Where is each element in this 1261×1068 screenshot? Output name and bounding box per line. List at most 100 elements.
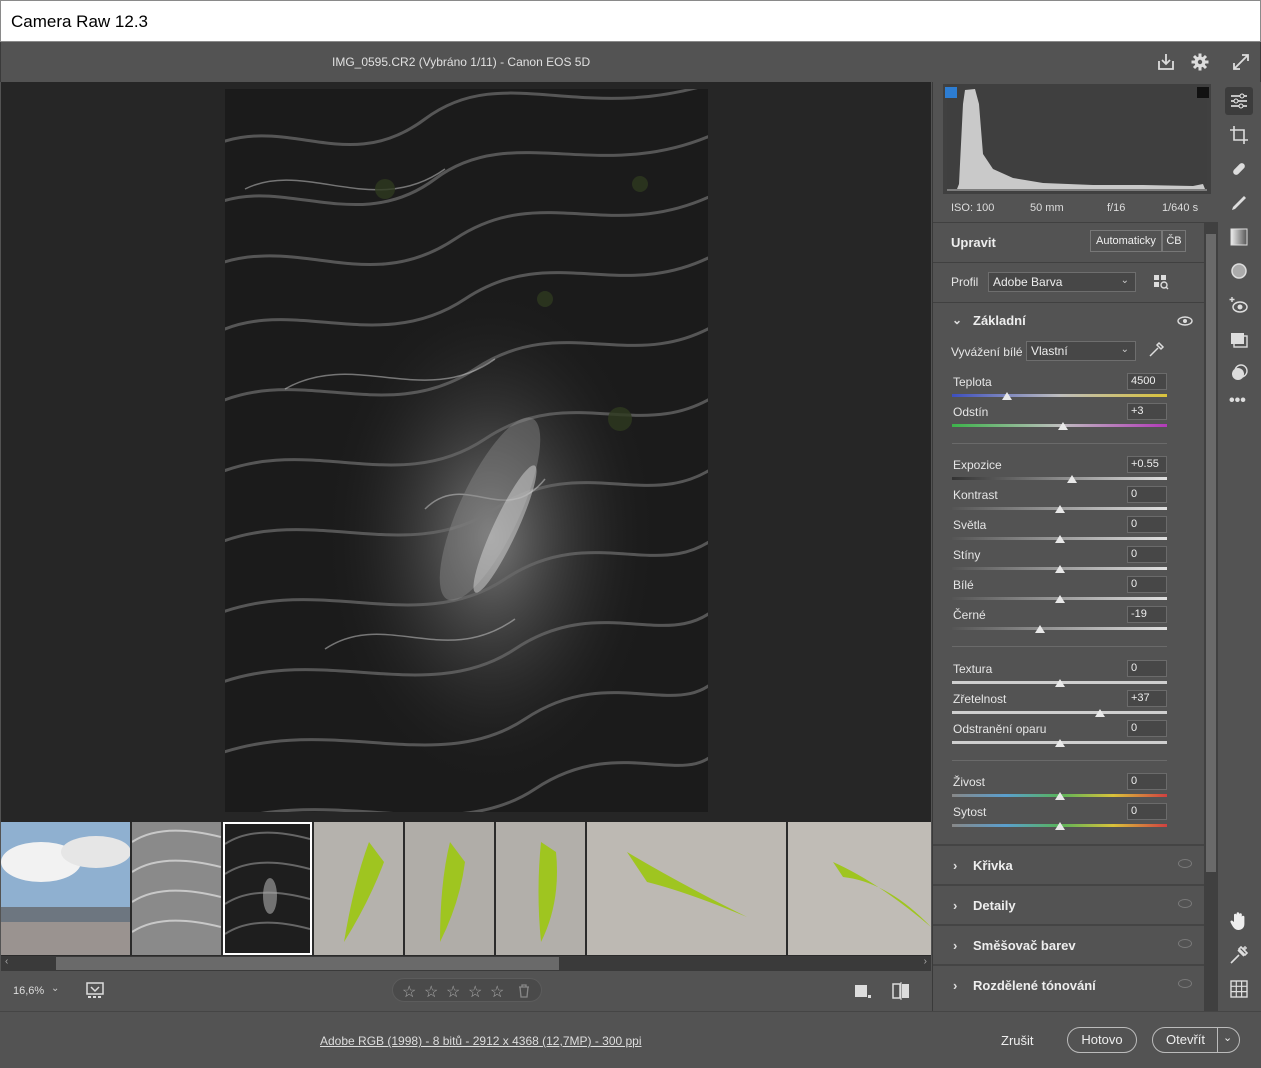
scrollbar-thumb[interactable] [1206, 234, 1216, 872]
clarity-value[interactable]: +37 [1127, 690, 1167, 707]
preview-mode-icon[interactable] [854, 983, 872, 999]
hand-icon[interactable] [1228, 910, 1250, 932]
saturation-value[interactable]: 0 [1127, 803, 1167, 820]
presets-icon[interactable] [1228, 362, 1250, 384]
brush-icon[interactable] [1228, 192, 1250, 214]
workflow-options-link[interactable]: Adobe RGB (1998) - 8 bitů - 2912 x 4368 … [320, 1034, 642, 1048]
thumbnail[interactable] [1, 822, 130, 955]
eye-icon[interactable] [1178, 859, 1192, 868]
slider-handle[interactable] [1055, 505, 1065, 513]
filmstrip-scrollbar[interactable]: ‹ › [1, 956, 931, 971]
slider-handle[interactable] [1095, 709, 1105, 717]
texture-value[interactable]: 0 [1127, 660, 1167, 677]
eye-icon[interactable] [1178, 939, 1192, 948]
cancel-button[interactable]: Zrušit [1001, 1033, 1034, 1048]
thumbnail-selected[interactable] [223, 822, 312, 955]
slider-handle[interactable] [1055, 792, 1065, 800]
section-detail[interactable]: › Detaily [933, 884, 1205, 924]
scrollbar-thumb[interactable] [56, 957, 559, 970]
tint-value[interactable]: +3 [1127, 403, 1167, 420]
divider [952, 443, 1167, 444]
contrast-value[interactable]: 0 [1127, 486, 1167, 503]
slider-handle[interactable] [1055, 739, 1065, 747]
done-button[interactable]: Hotovo [1067, 1027, 1137, 1053]
slider-handle[interactable] [1055, 595, 1065, 603]
star-icon[interactable]: ☆ [424, 982, 438, 1002]
edit-title: Upravit [951, 235, 996, 250]
zoom-level[interactable]: 16,6% [13, 985, 44, 997]
slider-handle[interactable] [1055, 679, 1065, 687]
chevron-down-icon[interactable]: ⌄ [1223, 1026, 1232, 1050]
color-sampler-icon[interactable] [1228, 944, 1250, 966]
section-split-toning[interactable]: › Rozdělené tónování [933, 964, 1205, 1004]
shadows-value[interactable]: 0 [1127, 546, 1167, 563]
shadow-clipping-icon[interactable] [945, 87, 957, 98]
slider-handle[interactable] [1035, 625, 1045, 633]
scroll-right-icon[interactable]: › [924, 956, 927, 967]
healing-icon[interactable] [1228, 158, 1250, 180]
whites-value[interactable]: 0 [1127, 576, 1167, 593]
gradient-icon[interactable] [1228, 226, 1250, 248]
slider-label-tint: Odstín [953, 405, 989, 419]
eye-icon[interactable] [1178, 899, 1192, 908]
exposure-slider[interactable] [952, 477, 1167, 480]
star-icon[interactable]: ☆ [446, 982, 460, 1002]
chevron-down-icon[interactable]: ⌄ [51, 983, 59, 994]
open-button[interactable]: Otevřít ⌄ [1152, 1027, 1240, 1053]
highlights-value[interactable]: 0 [1127, 516, 1167, 533]
preview-image[interactable] [225, 89, 708, 812]
exposure-value[interactable]: +0.55 [1127, 456, 1167, 473]
temperature-value[interactable]: 4500 [1127, 373, 1167, 390]
panel-scrollbar[interactable] [1204, 222, 1218, 1011]
before-after-icon[interactable] [891, 982, 911, 1000]
temperature-slider[interactable] [952, 394, 1167, 397]
eye-icon[interactable] [1178, 979, 1192, 988]
dehaze-value[interactable]: 0 [1127, 720, 1167, 737]
slider-handle[interactable] [1067, 475, 1077, 483]
bw-button[interactable]: ČB [1162, 230, 1186, 252]
profile-browser-icon[interactable] [1153, 274, 1169, 290]
eye-icon[interactable] [1177, 316, 1193, 326]
radial-filter-icon[interactable] [1228, 260, 1250, 282]
thumbnail[interactable] [587, 822, 786, 955]
gear-icon[interactable] [1190, 52, 1210, 72]
slider-handle[interactable] [1002, 392, 1012, 400]
basic-title[interactable]: Základní [973, 313, 1026, 328]
edit-sliders-icon[interactable] [1228, 90, 1250, 112]
star-icon[interactable]: ☆ [468, 982, 482, 1002]
save-icon[interactable] [1156, 52, 1176, 72]
thumbnail[interactable] [132, 822, 221, 955]
star-icon[interactable]: ☆ [402, 982, 416, 1002]
crop-icon[interactable] [1228, 124, 1250, 146]
filmstrip-options-icon[interactable] [86, 982, 108, 1000]
thumbnail[interactable] [788, 822, 931, 955]
slider-handle[interactable] [1055, 535, 1065, 543]
grid-icon[interactable] [1228, 978, 1250, 1000]
auto-button[interactable]: Automaticky [1090, 230, 1162, 252]
thumbnail[interactable] [314, 822, 403, 955]
trash-icon[interactable] [517, 983, 531, 999]
more-icon[interactable]: ••• [1229, 392, 1246, 410]
clarity-slider[interactable] [952, 711, 1167, 714]
chevron-right-icon: › [953, 938, 958, 953]
red-eye-icon[interactable] [1228, 294, 1250, 316]
chevron-down-icon[interactable]: ⌄ [952, 313, 962, 327]
eyedropper-icon[interactable] [1147, 341, 1165, 359]
slider-handle[interactable] [1055, 822, 1065, 830]
snapshots-icon[interactable] [1228, 328, 1250, 350]
blacks-slider[interactable] [952, 627, 1167, 630]
fullscreen-icon[interactable] [1231, 52, 1251, 72]
star-icon[interactable]: ☆ [490, 982, 504, 1002]
vibrance-value[interactable]: 0 [1127, 773, 1167, 790]
section-curve[interactable]: › Křivka [933, 844, 1205, 884]
slider-handle[interactable] [1055, 565, 1065, 573]
slider-handle[interactable] [1058, 422, 1068, 430]
thumbnail[interactable] [405, 822, 494, 955]
wb-select[interactable]: Vlastní ⌄ [1026, 341, 1136, 361]
scroll-left-icon[interactable]: ‹ [5, 956, 8, 967]
profile-select[interactable]: Adobe Barva ⌄ [988, 272, 1136, 292]
highlight-clipping-icon[interactable] [1197, 87, 1209, 98]
thumbnail[interactable] [496, 822, 585, 955]
section-color-mixer[interactable]: › Směšovač barev [933, 924, 1205, 964]
blacks-value[interactable]: -19 [1127, 606, 1167, 623]
